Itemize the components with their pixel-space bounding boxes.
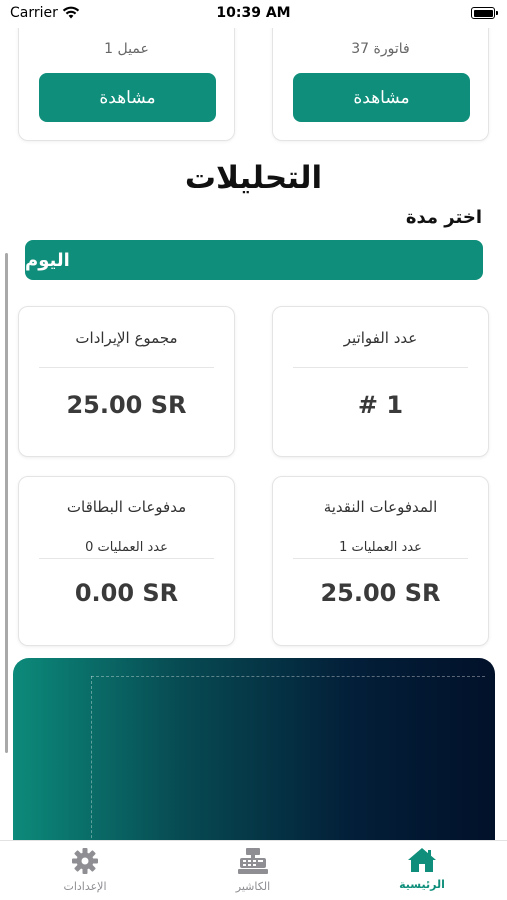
analytics-title: التحليلات (184, 160, 323, 196)
tab-cashier-label: الكاشير (235, 880, 271, 893)
cash-payments-title: المدفوعات النقدية (323, 498, 438, 516)
revenue-total-card: مجموع الإيرادات 25.00 SR (18, 306, 235, 457)
tab-bar: الرئيسية الكاشير الإعدادات (0, 840, 507, 900)
card-payments-value: 0.00 SR (74, 579, 179, 607)
tab-settings-label: الإعدادات (63, 880, 107, 893)
view-customers-button[interactable]: مشاهدة (39, 73, 216, 122)
card-payments-title: مدفوعات البطاقات (66, 498, 187, 516)
tab-settings[interactable]: الإعدادات (35, 847, 135, 897)
period-label: اختر مدة (405, 207, 482, 228)
divider (293, 367, 468, 368)
cash-register-icon (238, 848, 268, 874)
customers-count: 1 عميل (104, 41, 149, 57)
cash-payments-card: المدفوعات النقدية عدد العمليات 1 25.00 S… (272, 476, 489, 646)
invoice-count-title: عدد الفواتير (343, 329, 418, 347)
scroll-indicator[interactable] (5, 253, 8, 753)
clock: 10:39 AM (216, 5, 291, 21)
battery-icon (471, 7, 498, 19)
gear-icon (72, 848, 98, 874)
chart-gridline (91, 676, 485, 677)
tab-home[interactable]: الرئيسية (372, 847, 472, 897)
divider (39, 558, 214, 559)
home-icon (408, 848, 436, 872)
sales-chart-card (13, 658, 495, 858)
invoice-count-value: # 1 (357, 391, 404, 419)
card-payments-ops: عدد العمليات 0 (85, 540, 168, 555)
cash-payments-value: 25.00 SR (320, 579, 441, 607)
view-invoices-button[interactable]: مشاهدة (293, 73, 470, 122)
invoices-count: 37 فاتورة (351, 41, 410, 57)
chart-gridline (91, 676, 92, 858)
period-value: اليوم (25, 249, 70, 271)
divider (293, 558, 468, 559)
divider (39, 367, 214, 368)
period-selector[interactable]: اليوم (25, 240, 483, 280)
tab-cashier[interactable]: الكاشير (203, 847, 303, 897)
revenue-total-value: 25.00 SR (66, 391, 187, 419)
invoice-count-card: عدد الفواتير # 1 (272, 306, 489, 457)
card-payments-card: مدفوعات البطاقات عدد العمليات 0 0.00 SR (18, 476, 235, 646)
cash-payments-ops: عدد العمليات 1 (339, 540, 422, 555)
status-bar: Carrier 10:39 AM (0, 0, 507, 28)
tab-home-label: الرئيسية (399, 878, 445, 891)
revenue-total-title: مجموع الإيرادات (75, 329, 178, 347)
